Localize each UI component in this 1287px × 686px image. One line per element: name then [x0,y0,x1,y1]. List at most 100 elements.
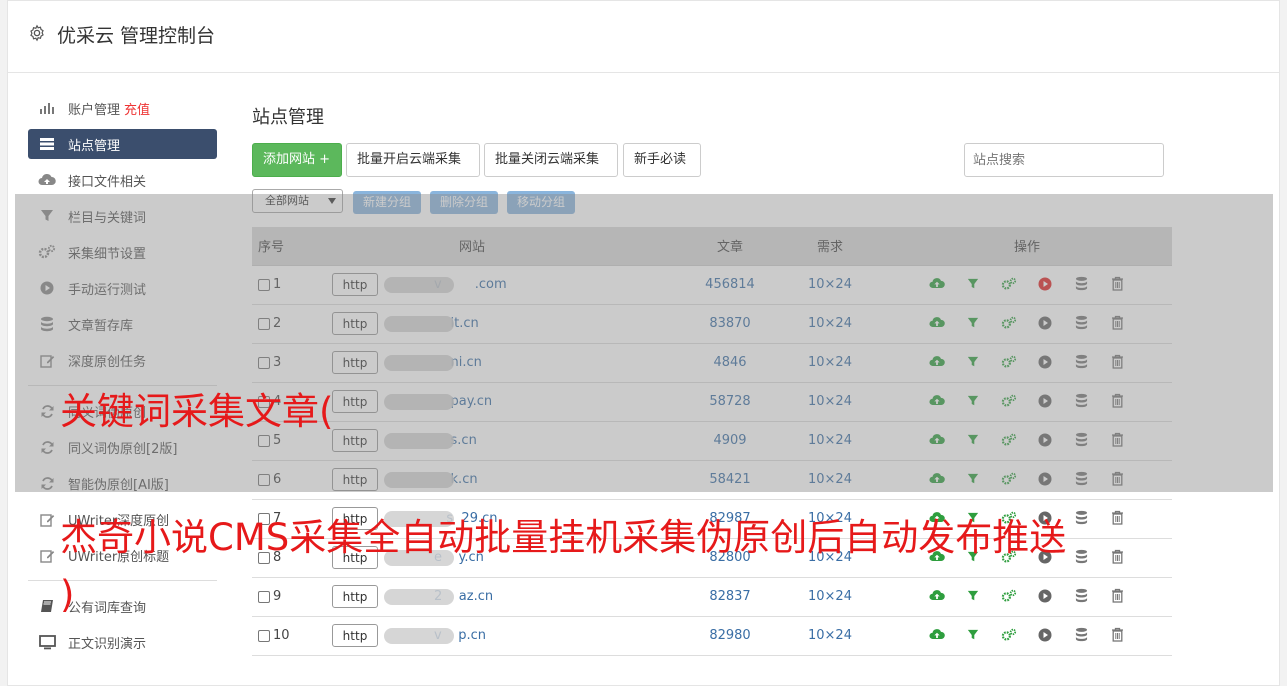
gears-icon[interactable] [1000,392,1018,410]
filter-icon[interactable] [964,431,982,449]
move-group-button[interactable]: 移动分组 [507,191,576,214]
site-search-input[interactable] [964,143,1164,177]
gears-icon[interactable] [1000,353,1018,371]
upload-icon[interactable] [928,431,946,449]
trash-icon[interactable] [1108,431,1126,449]
upload-icon[interactable] [928,470,946,488]
article-count[interactable]: 4846 [682,343,778,383]
filter-icon[interactable] [964,626,982,644]
trash-icon[interactable] [1108,353,1126,371]
table-row[interactable]: 6 http k.cn 58421 10×24 [252,460,1172,500]
sidebar-item-9[interactable]: 同义词伪原创[2版] [28,432,217,462]
trash-icon[interactable] [1108,509,1126,527]
database-icon[interactable] [1072,275,1090,293]
database-icon[interactable] [1072,431,1090,449]
article-count[interactable]: 4909 [682,421,778,461]
sidebar-item-5[interactable]: 手动运行测试 [28,273,217,303]
sidebar-item-3[interactable]: 栏目与关键词 [28,201,217,231]
table-row[interactable]: 5 http s.cn 4909 10×24 [252,421,1172,461]
play-icon[interactable] [1036,353,1054,371]
scheme-badge[interactable]: http [332,624,378,647]
table-row[interactable]: 10 http v p.cn 82980 10×24 [252,616,1172,656]
database-icon[interactable] [1072,470,1090,488]
requirement[interactable]: 10×24 [778,421,882,461]
play-icon[interactable] [1036,587,1054,605]
article-count[interactable]: 82980 [682,616,778,656]
row-checkbox[interactable] [258,317,270,330]
row-checkbox[interactable] [258,590,270,603]
batch-open-cloud-button[interactable]: 批量开启云端采集 [346,143,480,177]
scheme-badge[interactable]: http [332,429,378,452]
filter-icon[interactable] [964,353,982,371]
database-icon[interactable] [1072,548,1090,566]
sidebar-item-14[interactable]: 正文识别演示 [28,627,217,657]
database-icon[interactable] [1072,587,1090,605]
article-count[interactable]: 456814 [682,265,778,305]
group-select[interactable]: 全部网站 [252,189,343,213]
database-icon[interactable] [1072,392,1090,410]
upload-icon[interactable] [928,353,946,371]
sidebar-item-6[interactable]: 文章暂存库 [28,309,217,339]
play-icon[interactable] [1036,626,1054,644]
table-row[interactable]: 1 http v .com 456814 10×24 [252,265,1172,305]
sidebar-item-0[interactable]: 账户管理 充值 [28,93,217,123]
filter-icon[interactable] [964,275,982,293]
requirement[interactable]: 10×24 [778,382,882,422]
sidebar-item-13[interactable]: 公有词库查询 [28,591,217,621]
gears-icon[interactable] [1000,587,1018,605]
trash-icon[interactable] [1108,392,1126,410]
play-icon[interactable] [1036,392,1054,410]
sidebar-item-10[interactable]: 智能伪原创[AI版] [28,468,217,498]
database-icon[interactable] [1072,353,1090,371]
article-count[interactable]: 58728 [682,382,778,422]
gears-icon[interactable] [1000,275,1018,293]
requirement[interactable]: 10×24 [778,304,882,344]
new-group-button[interactable]: 新建分组 [353,191,422,214]
article-count[interactable]: 83870 [682,304,778,344]
recharge-link[interactable]: 充值 [124,99,150,118]
upload-icon[interactable] [928,392,946,410]
row-checkbox[interactable] [258,356,270,369]
gears-icon[interactable] [1000,314,1018,332]
row-checkbox[interactable] [258,434,270,447]
upload-icon[interactable] [928,587,946,605]
filter-icon[interactable] [964,470,982,488]
requirement[interactable]: 10×24 [778,577,882,617]
table-row[interactable]: 4 http pay.cn 58728 10×24 [252,382,1172,422]
row-checkbox[interactable] [258,473,270,486]
gears-icon[interactable] [1000,431,1018,449]
add-site-button[interactable]: 添加网站 + [252,143,342,177]
play-icon[interactable] [1036,275,1054,293]
database-icon[interactable] [1072,509,1090,527]
scheme-badge[interactable]: http [332,390,378,413]
requirement[interactable]: 10×24 [778,343,882,383]
newbie-guide-button[interactable]: 新手必读 [623,143,701,177]
database-icon[interactable] [1072,314,1090,332]
play-icon[interactable] [1036,431,1054,449]
delete-group-button[interactable]: 删除分组 [430,191,499,214]
table-row[interactable]: 3 http ni.cn 4846 10×24 [252,343,1172,383]
batch-close-cloud-button[interactable]: 批量关闭云端采集 [484,143,618,177]
play-icon[interactable] [1036,314,1054,332]
requirement[interactable]: 10×24 [778,265,882,305]
sidebar-item-1[interactable]: 站点管理 [28,129,217,159]
play-icon[interactable] [1036,470,1054,488]
upload-icon[interactable] [928,314,946,332]
scheme-badge[interactable]: http [332,273,378,296]
sidebar-item-7[interactable]: 深度原创任务 [28,345,217,375]
scheme-badge[interactable]: http [332,312,378,335]
database-icon[interactable] [1072,626,1090,644]
scheme-badge[interactable]: http [332,468,378,491]
trash-icon[interactable] [1108,314,1126,332]
table-row[interactable]: 9 http 2 az.cn 82837 10×24 [252,577,1172,617]
filter-icon[interactable] [964,314,982,332]
sidebar-item-4[interactable]: 采集细节设置 [28,237,217,267]
filter-icon[interactable] [964,587,982,605]
trash-icon[interactable] [1108,587,1126,605]
gears-icon[interactable] [1000,626,1018,644]
article-count[interactable]: 82837 [682,577,778,617]
table-row[interactable]: 2 http it.cn 83870 10×24 [252,304,1172,344]
trash-icon[interactable] [1108,470,1126,488]
row-checkbox[interactable] [258,629,270,642]
gears-icon[interactable] [1000,470,1018,488]
